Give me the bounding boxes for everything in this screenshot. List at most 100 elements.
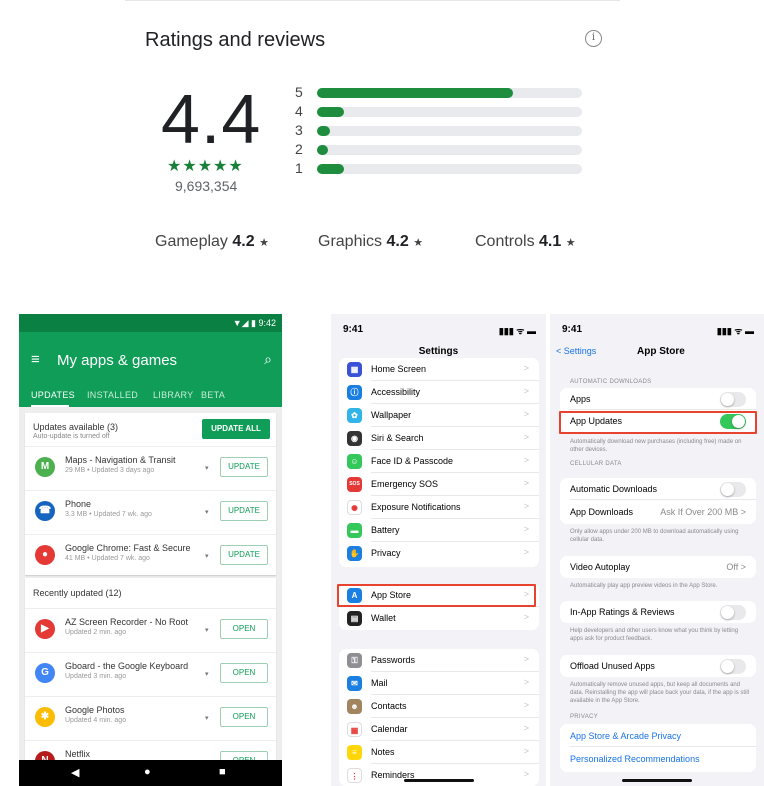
settings-row-wallet[interactable]: ▤ Wallet > [339,607,539,630]
chevron-down-icon[interactable]: ▾ [205,714,209,722]
settings-row-passwords[interactable]: ⚿ Passwords > [339,649,539,672]
settings-row-label: Privacy [371,548,401,558]
chevron-down-icon[interactable]: ▾ [205,670,209,678]
status-icons: ▮▮▮ ᯤ ▬ [498,326,536,336]
open-button[interactable]: OPEN [220,707,268,727]
app-meta: Updated 4 min. ago [65,717,127,724]
settings-icon: ⚿ [347,653,362,668]
hamburger-menu-icon[interactable]: ≡ [31,351,40,368]
ios-settings-screen: 9:41 ▮▮▮ ᯤ ▬ Settings ▦ Home Screen > ⓘ Acce… [331,314,546,786]
chevron-down-icon[interactable]: ▾ [205,464,209,472]
tab-library[interactable]: LIBRARY [153,390,193,400]
star-icon: ★ [565,237,576,249]
settings-row-calendar[interactable]: ▦ Calendar > [339,718,539,741]
settings-row-home-screen[interactable]: ▦ Home Screen > [339,358,539,381]
arcade-privacy-link[interactable]: App Store & Arcade Privacy [570,731,681,741]
video-footer: Automatically play app preview videos in… [570,583,718,589]
privacy-header: PRIVACY [570,714,598,720]
in-app-ratings-label: In-App Ratings & Reviews [570,607,675,617]
app-store-highlight [337,584,536,607]
app-name: Netflix [65,749,91,759]
rating-bar-star-label: 5 [295,84,303,100]
privacy-group: App Store & Arcade Privacy Personalized … [560,724,756,772]
rating-bar-row: 4 [295,103,595,119]
open-button[interactable]: OPEN [220,663,268,683]
update-all-button[interactable]: UPDATE ALL [202,419,270,439]
chevron-down-icon[interactable]: ▾ [205,508,209,516]
recent-row: ✱ Google Photos Updated 4 min. ago ▾ OPEN [25,696,276,738]
settings-row-contacts[interactable]: ☻ Contacts > [339,695,539,718]
chevron-right-icon: > [523,612,529,622]
app-name: Gboard - the Google Keyboard [65,661,189,671]
chevron-right-icon: > [523,386,529,396]
rating-bar-row: 5 [295,84,595,100]
in-app-ratings-toggle[interactable] [720,605,746,620]
rating-bar-fill [317,107,344,117]
settings-row-mail[interactable]: ✉ Mail > [339,672,539,695]
in-app-ratings-row: In-App Ratings & Reviews [560,601,756,623]
apps-toggle[interactable] [720,392,746,407]
home-nav-icon[interactable]: ● [144,766,151,778]
settings-row-notes[interactable]: ≡ Notes > [339,741,539,764]
settings-row-wallpaper[interactable]: ✿ Wallpaper > [339,404,539,427]
active-tab-indicator [31,405,69,407]
chevron-right-icon: > [523,501,529,511]
offload-footer: Automatically remove unused apps, but ke… [570,682,750,704]
settings-row-label: Calendar [371,724,408,734]
aspect-ratings: Gameplay 4.2 ★ Graphics 4.2 ★ Controls 4.1… [155,233,625,255]
maps-icon: M [35,457,55,477]
recents-nav-icon[interactable]: ■ [219,766,226,778]
privacy-link-row[interactable]: App Store & Arcade Privacy [560,725,756,747]
updates-subtext: Auto-update is turned off [33,433,110,440]
search-icon[interactable]: ⌕ [264,351,272,368]
settings-row-label: Emergency SOS [371,479,439,489]
app-name: Phone [65,499,92,509]
settings-row-battery[interactable]: ▬ Battery > [339,519,539,542]
chevron-right-icon: > [523,363,529,373]
cellular-group: Automatic Downloads App Downloads Ask If… [560,478,756,524]
settings-row-face-id-passcode[interactable]: ☺ Face ID & Passcode > [339,450,539,473]
cellular-data-header: CELLULAR DATA [570,461,622,467]
app-name: AZ Screen Recorder - No Root [65,617,189,627]
tab-updates[interactable]: UPDATES [31,390,75,400]
offload-group: Offload Unused Apps [560,655,756,677]
chevron-down-icon[interactable]: ▾ [205,626,209,634]
offload-toggle[interactable] [720,659,746,674]
recommend-link-row[interactable]: Personalized Recommendations [560,748,756,770]
tab-beta[interactable]: BETA [201,390,225,400]
chevron-down-icon[interactable]: ▾ [205,552,209,560]
aspect-score: 4.2 [386,233,409,250]
recent-header: Recently updated (12) [33,588,122,598]
tab-installed[interactable]: INSTALLED [87,390,138,400]
info-icon[interactable]: i [585,30,602,47]
rating-bar-row: 2 [295,141,595,157]
aspect-rating: Gameplay 4.2 ★ [155,233,269,251]
update-row: ☎ Phone 3.3 MB • Updated 7 wk. ago ▾ UPDATE [25,490,276,532]
update-button[interactable]: UPDATE [220,501,268,521]
rating-bar-fill [317,126,331,136]
home-indicator [403,779,474,782]
ios-status-bar: 9:41 ▮▮▮ ᯤ ▬ [550,314,764,336]
update-button[interactable]: UPDATE [220,545,268,565]
settings-row-exposure-notifications[interactable]: ✺ Exposure Notifications > [339,496,539,519]
video-autoplay-row[interactable]: Video Autoplay Off > [560,556,756,578]
personalized-recommendations-link[interactable]: Personalized Recommendations [570,754,700,764]
phone-icon: ☎ [35,501,55,521]
cellular-auto-toggle[interactable] [720,482,746,497]
back-to-settings-link[interactable]: < Settings [556,346,596,356]
app-downloads-row[interactable]: App Downloads Ask If Over 200 MB > [560,501,756,523]
settings-row-accessibility[interactable]: ⓘ Accessibility > [339,381,539,404]
update-button[interactable]: UPDATE [220,457,268,477]
settings-row-reminders[interactable]: ⋮ Reminders > [339,764,539,786]
back-nav-icon[interactable]: ◀ [71,766,79,779]
settings-row-privacy[interactable]: ✋ Privacy > [339,542,539,565]
aspect-name: Controls [475,233,535,250]
aspect-name: Gameplay [155,233,228,250]
settings-row-siri-search[interactable]: ◉ Siri & Search > [339,427,539,450]
open-button[interactable]: OPEN [220,619,268,639]
settings-row-emergency-sos[interactable]: SOS Emergency SOS > [339,473,539,496]
settings-icon: ✋ [347,546,362,561]
settings-icon: ▬ [347,523,362,538]
app-meta: Updated 3 min. ago [65,673,127,680]
rating-bar-row: 1 [295,160,595,176]
